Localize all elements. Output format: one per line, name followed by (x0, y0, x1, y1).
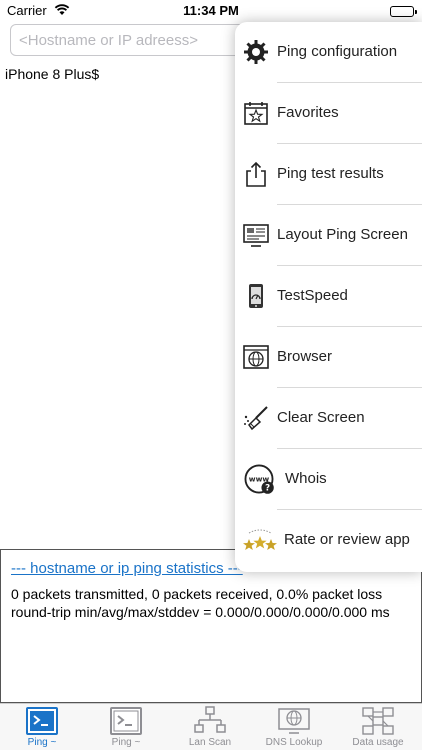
browser-globe-icon (243, 345, 269, 369)
tab-label: Data usage (352, 737, 404, 748)
speedtest-phone-icon (249, 284, 263, 308)
tab-ping-2[interactable]: Ping ~ (84, 704, 168, 751)
menu-item-label: Rate or review app (284, 531, 410, 548)
battery-icon (390, 6, 417, 17)
share-icon (246, 161, 266, 187)
menu-item-favorites[interactable]: Favorites (235, 83, 422, 144)
dns-icon (278, 708, 310, 734)
tab-label: DNS Lookup (265, 737, 323, 748)
network-icon (194, 706, 226, 733)
menu-item-label: Clear Screen (277, 409, 365, 426)
menu-item-layout-ping-screen[interactable]: Layout Ping Screen (235, 205, 422, 266)
data-usage-icon (362, 707, 394, 735)
stars-icon (243, 529, 277, 550)
menu-item-ping-test-results[interactable]: Ping test results (235, 144, 422, 205)
menu-item-label: Ping test results (277, 165, 384, 182)
status-bar: Carrier 11:34 PM (0, 0, 422, 22)
broom-icon (244, 406, 268, 431)
gear-icon (244, 40, 268, 64)
tab-label: Lan Scan (188, 737, 232, 748)
menu-item-label: Layout Ping Screen (277, 226, 408, 243)
ping-statistics-link[interactable]: --- hostname or ip ping statistics --- (11, 560, 243, 577)
menu-item-ping-configuration[interactable]: Ping configuration (235, 22, 422, 83)
tab-ping[interactable]: Ping ~ (0, 704, 84, 751)
menu-item-rate-review[interactable]: Rate or review app (235, 510, 422, 571)
device-label: iPhone 8 Plus$ (5, 66, 100, 82)
tab-lan-scan[interactable]: Lan Scan (168, 704, 252, 751)
menu-item-clear-screen[interactable]: Clear Screen (235, 388, 422, 449)
menu-item-testspeed[interactable]: TestSpeed (235, 266, 422, 327)
layout-screen-icon (243, 224, 269, 247)
tab-data-usage[interactable]: Data usage (336, 704, 420, 751)
svg-text:?: ? (265, 484, 270, 494)
hostname-input[interactable] (10, 24, 270, 56)
menu-item-whois[interactable]: www ? Whois (235, 449, 422, 510)
whois-icon: www ? (244, 464, 274, 494)
menu-item-label: Whois (285, 470, 327, 487)
tab-bar: Ping ~ Ping ~ Lan Scan DNS Lookup Data u… (0, 703, 422, 750)
ping-output-panel[interactable]: --- hostname or ip ping statistics --- ▼… (0, 549, 422, 703)
tab-label: Ping ~ (111, 737, 141, 748)
menu-item-browser[interactable]: Browser (235, 327, 422, 388)
terminal-icon (26, 707, 58, 735)
packets-summary: 0 packets transmitted, 0 packets receive… (11, 586, 383, 602)
menu-item-label: TestSpeed (277, 287, 348, 304)
tab-label: Ping ~ (27, 737, 57, 748)
menu-item-label: Browser (277, 348, 333, 365)
round-trip-summary: round-trip min/avg/max/stddev = 0.000/0.… (11, 604, 390, 620)
tab-dns-lookup[interactable]: DNS Lookup (252, 704, 336, 751)
terminal-icon (110, 707, 142, 735)
favorites-calendar-icon (244, 102, 268, 125)
clock: 11:34 PM (183, 3, 239, 18)
options-menu: Ping configuration Favorites Ping test r… (235, 22, 422, 572)
menu-item-label: Favorites (277, 104, 339, 121)
menu-item-label: Ping configuration (277, 43, 398, 60)
